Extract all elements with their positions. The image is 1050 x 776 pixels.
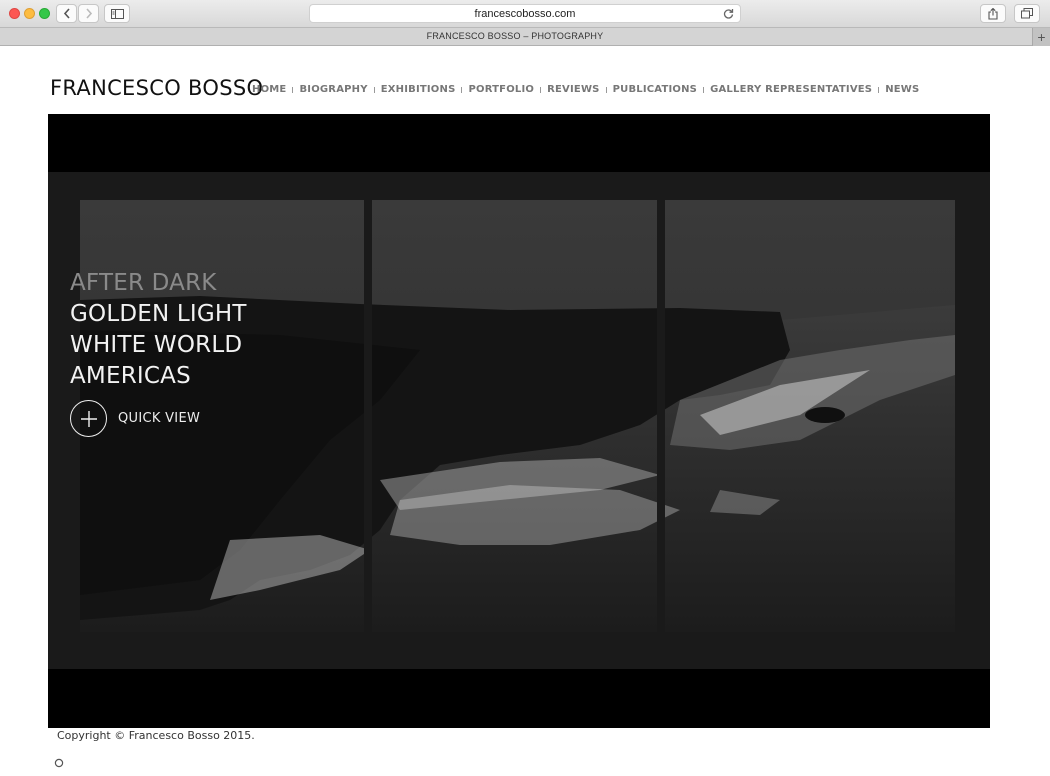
address-bar[interactable]: francescobosso.com xyxy=(309,4,741,23)
quick-view-button[interactable]: QUICK VIEW xyxy=(70,400,200,437)
series-americas[interactable]: AMERICAS xyxy=(70,361,247,392)
share-button[interactable] xyxy=(980,4,1006,23)
copyright-text: Copyright © Francesco Bosso 2015. xyxy=(57,729,255,742)
sidebar-toggle-button[interactable] xyxy=(104,4,130,23)
series-after-dark[interactable]: AFTER DARK xyxy=(70,268,247,299)
back-button[interactable] xyxy=(56,4,77,23)
url-text: francescobosso.com xyxy=(474,7,576,20)
forward-button[interactable] xyxy=(78,4,99,23)
series-white-world[interactable]: WHITE WORLD xyxy=(70,330,247,361)
nav-separator xyxy=(373,87,375,93)
window-zoom-button[interactable] xyxy=(39,8,50,19)
site-title[interactable]: FRANCESCO BOSSO xyxy=(50,76,263,100)
window-close-button[interactable] xyxy=(9,8,20,19)
nav-separator xyxy=(540,87,542,93)
series-list: AFTER DARK GOLDEN LIGHT WHITE WORLD AMER… xyxy=(70,268,247,392)
nav-separator xyxy=(605,87,607,93)
nav-separator xyxy=(878,87,880,93)
quick-view-label: QUICK VIEW xyxy=(118,411,201,426)
nav-gallery-representatives[interactable]: GALLERY REPRESENTATIVES xyxy=(710,84,872,95)
share-icon xyxy=(988,7,998,20)
nav-separator xyxy=(292,87,294,93)
tabs-icon xyxy=(1021,8,1033,19)
active-tab-title[interactable]: FRANCESCO BOSSO – PHOTOGRAPHY xyxy=(0,31,1030,41)
nav-portfolio[interactable]: PORTFOLIO xyxy=(468,84,534,95)
plus-circle-icon xyxy=(70,400,107,437)
series-golden-light[interactable]: GOLDEN LIGHT xyxy=(70,299,247,330)
window-minimize-button[interactable] xyxy=(24,8,35,19)
seascape-triptych-photo[interactable] xyxy=(80,200,955,632)
loading-spinner-icon xyxy=(54,758,64,768)
nav-exhibitions[interactable]: EXHIBITIONS xyxy=(381,84,456,95)
chevron-left-icon xyxy=(63,8,70,19)
slideshow-stage: AFTER DARK GOLDEN LIGHT WHITE WORLD AMER… xyxy=(48,114,990,728)
show-all-tabs-button[interactable] xyxy=(1014,4,1040,23)
nav-biography[interactable]: BIOGRAPHY xyxy=(299,84,367,95)
nav-publications[interactable]: PUBLICATIONS xyxy=(613,84,697,95)
chevron-right-icon xyxy=(85,8,92,19)
nav-separator xyxy=(461,87,463,93)
nav-home[interactable]: HOME xyxy=(252,84,286,95)
reload-icon[interactable] xyxy=(723,8,734,19)
plus-icon xyxy=(80,410,97,427)
sidebar-icon xyxy=(110,8,124,19)
main-navigation: HOME BIOGRAPHY EXHIBITIONS PORTFOLIO REV… xyxy=(252,84,919,95)
nav-news[interactable]: NEWS xyxy=(885,84,919,95)
slideshow-frame: AFTER DARK GOLDEN LIGHT WHITE WORLD AMER… xyxy=(48,172,990,669)
nav-reviews[interactable]: REVIEWS xyxy=(547,84,599,95)
browser-toolbar: francescobosso.com xyxy=(0,0,1050,28)
new-tab-button[interactable]: + xyxy=(1032,28,1050,46)
nav-separator xyxy=(703,87,705,93)
tab-bar: FRANCESCO BOSSO – PHOTOGRAPHY + xyxy=(0,28,1050,46)
